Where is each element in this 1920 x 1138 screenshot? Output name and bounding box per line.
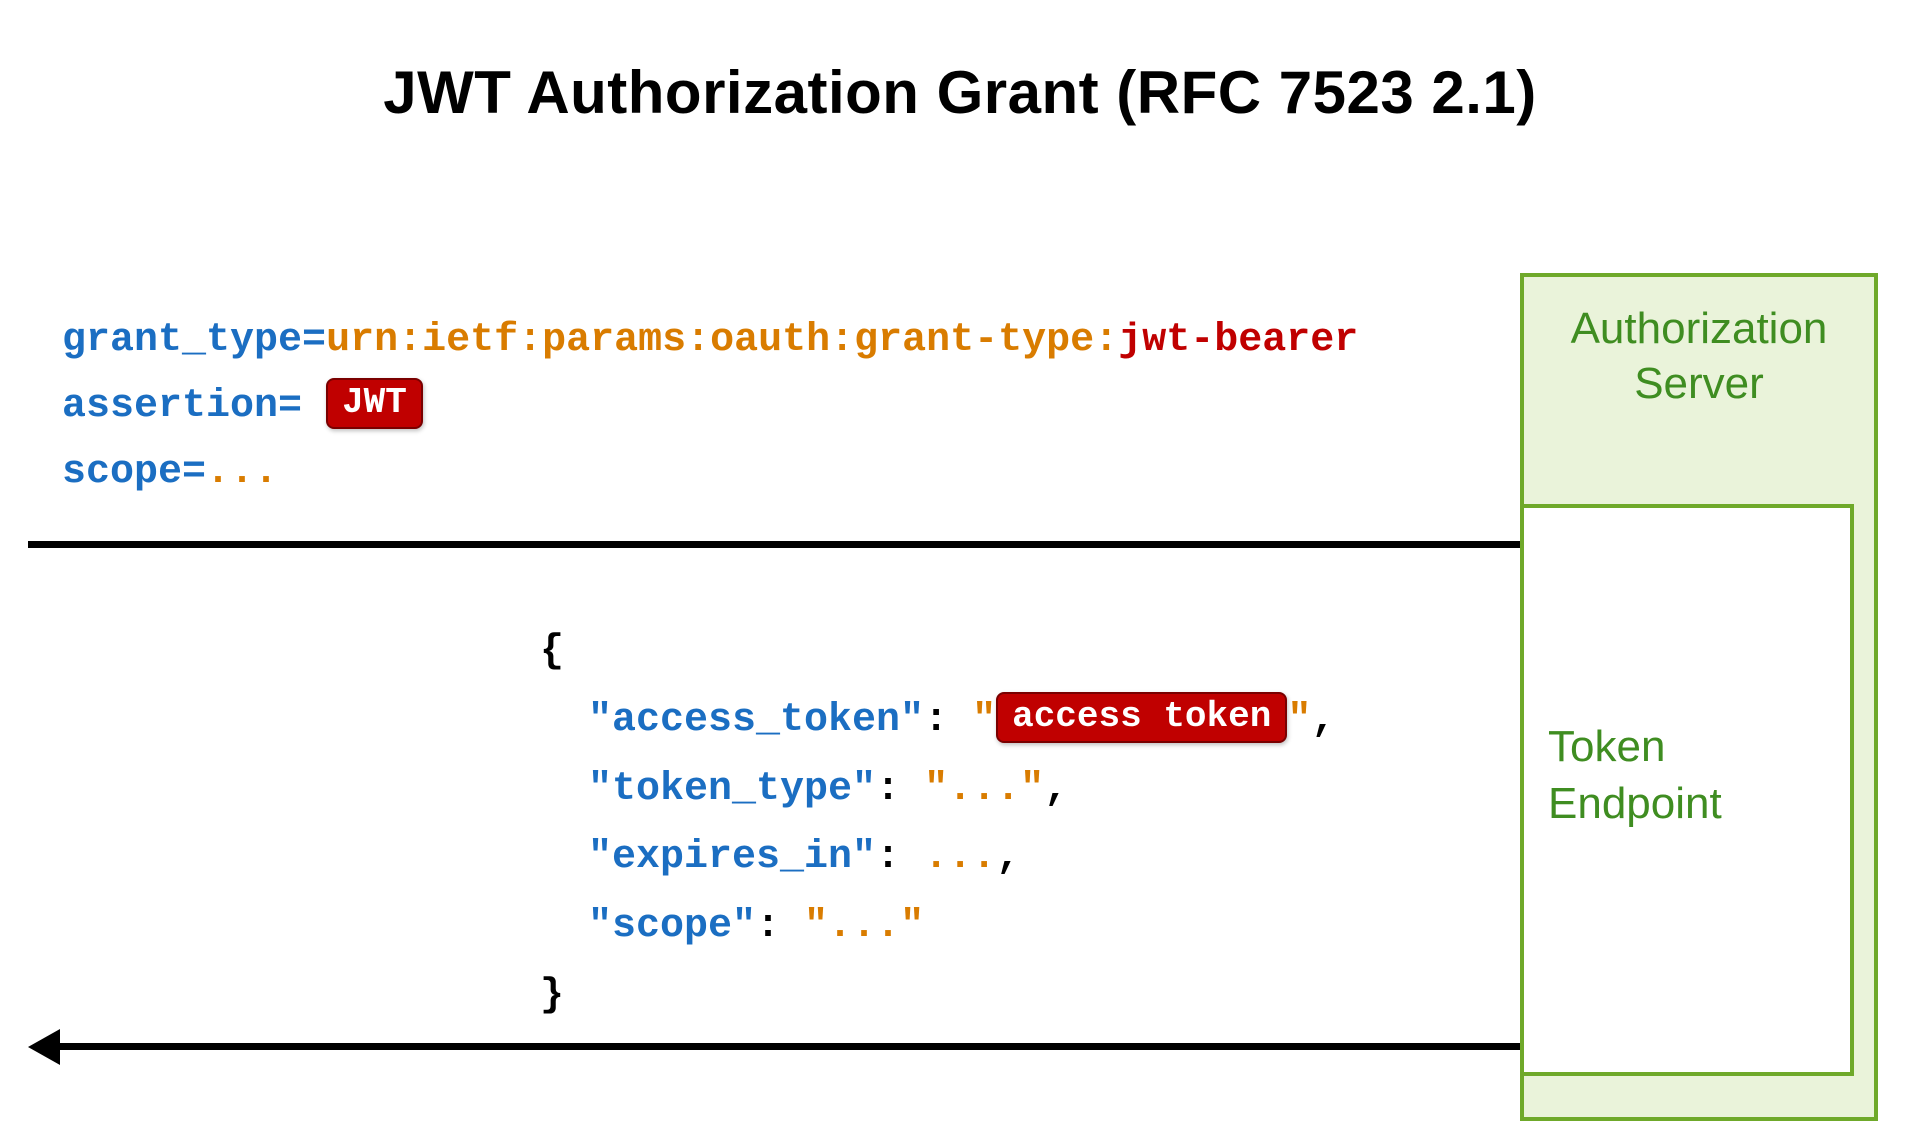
json-line-expires-in: "expires_in": ..., (540, 824, 1335, 893)
slide-title: JWT Authorization Grant (RFC 7523 2.1) (0, 58, 1920, 127)
response-arrow-icon (56, 1043, 1554, 1050)
access-token-key: "access_token" (588, 698, 924, 743)
equals-sign: = (278, 384, 302, 429)
json-close-brace: } (540, 973, 564, 1018)
json-line-access-token: "access_token": "access token", (540, 687, 1335, 756)
scope-key: scope (62, 450, 182, 495)
expires-in-key: "expires_in" (588, 835, 876, 880)
param-assertion: assertion= JWT (62, 374, 1358, 440)
access-token-badge: access token (996, 692, 1287, 743)
json-line-token-type: "token_type": "...", (540, 756, 1335, 825)
response-json: { "access_token": "access token", "token… (540, 618, 1335, 1031)
scope-value: ... (206, 450, 278, 495)
json-line-scope: "scope": "..." (540, 893, 1335, 962)
token-type-key: "token_type" (588, 767, 876, 812)
authorization-server-label: Authorization Server (1524, 301, 1874, 411)
expires-in-value: ... (924, 835, 996, 880)
jwt-badge: JWT (326, 378, 423, 429)
token-endpoint-label: Token Endpoint (1548, 718, 1826, 832)
grant-type-urn: urn:ietf:params:oauth:grant-type: (326, 318, 1118, 363)
request-arrow-icon (28, 541, 1528, 548)
token-endpoint-box: Token Endpoint (1520, 504, 1854, 1076)
equals-sign: = (182, 450, 206, 495)
grant-type-key: grant_type (62, 318, 302, 363)
grant-type-jwt-bearer: jwt-bearer (1118, 318, 1358, 363)
param-scope: scope=... (62, 440, 1358, 506)
assertion-key: assertion (62, 384, 278, 429)
token-type-value: "..." (924, 767, 1044, 812)
param-grant-type: grant_type=urn:ietf:params:oauth:grant-t… (62, 308, 1358, 374)
response-scope-value: "..." (804, 904, 924, 949)
json-open-brace: { (540, 629, 564, 674)
request-parameters: grant_type=urn:ietf:params:oauth:grant-t… (62, 308, 1358, 506)
response-scope-key: "scope" (588, 904, 756, 949)
equals-sign: = (302, 318, 326, 363)
